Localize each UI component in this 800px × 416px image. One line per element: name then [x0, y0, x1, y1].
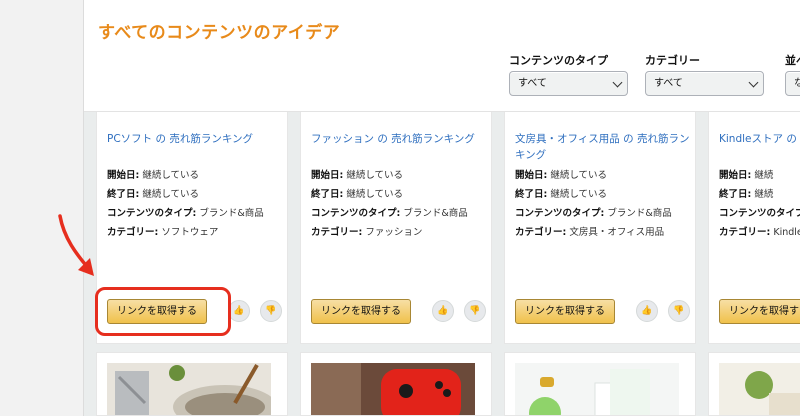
card-category: カテゴリー: ソフトウェア	[107, 227, 219, 238]
card-start: 開始日: 継続している	[107, 170, 200, 181]
thumbs-down-icon[interactable]: 👎	[668, 300, 690, 322]
content-type-select[interactable]: すべて	[509, 71, 628, 96]
content-type-value: すべて	[518, 78, 547, 89]
filter-category-label: カテゴリー	[645, 54, 700, 67]
chevron-down-icon	[612, 77, 623, 88]
content-card: ファッション の 売れ筋ランキング 開始日: 継続している 終了日: 継続してい…	[300, 112, 492, 344]
stationery-image	[515, 363, 679, 415]
get-link-button[interactable]: リンクを取得する	[311, 299, 411, 324]
card-end: 終了日: 継続している	[107, 189, 200, 200]
card-end: 終了日: 継続している	[515, 189, 608, 200]
filter-category: カテゴリー すべて	[645, 52, 764, 96]
thumbs-up-icon[interactable]: 👍	[432, 300, 454, 322]
thumbs-down-icon[interactable]: 👎	[260, 300, 282, 322]
card-type: コンテンツのタイプ: ブ	[719, 208, 800, 219]
thumbs-up-icon[interactable]: 👍	[228, 300, 250, 322]
content-tile-image[interactable]	[708, 352, 800, 416]
sort-select[interactable]: な	[785, 71, 800, 96]
card-type: コンテンツのタイプ: ブランド&商品	[311, 208, 468, 219]
card-start: 開始日: 継続している	[515, 170, 608, 181]
highlight-box-annotation	[95, 287, 231, 336]
red-arrow-annotation	[58, 214, 94, 276]
content-tile-image[interactable]	[504, 352, 696, 416]
thumbs-up-icon[interactable]: 👍	[636, 300, 658, 322]
chevron-down-icon	[748, 77, 759, 88]
filter-content-type-label: コンテンツのタイプ	[509, 54, 608, 67]
card-title-link[interactable]: 文房具・オフィス用品 の 売れ筋ランキング	[515, 131, 691, 163]
page-title: すべてのコンテンツのアイデア	[98, 23, 341, 43]
content-tile-image[interactable]	[96, 352, 288, 416]
card-category: カテゴリー: ファッション	[311, 227, 423, 238]
sort-value: な	[794, 78, 800, 89]
content-card: 文房具・オフィス用品 の 売れ筋ランキング 開始日: 継続している 終了日: 継…	[504, 112, 696, 344]
get-link-button[interactable]: リンクを取得する	[515, 299, 615, 324]
filter-sort: 並べ な	[785, 52, 800, 96]
game-controller-image	[311, 363, 475, 415]
page-header: すべてのコンテンツのアイデア コンテンツのタイプ すべて カテゴリー すべて 並…	[84, 0, 800, 112]
card-end: 終了日: 継続している	[311, 189, 404, 200]
card-category: カテゴリー: Kindle	[719, 227, 800, 238]
category-select[interactable]: すべて	[645, 71, 764, 96]
card-title-link[interactable]: PCソフト の 売れ筋ランキング	[107, 131, 283, 147]
card-type: コンテンツのタイプ: ブランド&商品	[107, 208, 264, 219]
thumbs-down-icon[interactable]: 👎	[464, 300, 486, 322]
kitchenware-image	[107, 363, 271, 415]
card-title-link[interactable]: Kindleストア の 売	[719, 131, 800, 147]
card-category: カテゴリー: 文房具・オフィス用品	[515, 227, 665, 238]
card-type: コンテンツのタイプ: ブランド&商品	[515, 208, 672, 219]
content-card: Kindleストア の 売 開始日: 継続 終了日: 継続 コンテンツのタイプ:…	[708, 112, 800, 344]
get-link-button[interactable]: リンクを取得する	[719, 299, 800, 324]
card-start: 開始日: 継続	[719, 170, 774, 181]
category-value: すべて	[654, 78, 683, 89]
filter-sort-label: 並べ	[785, 54, 800, 67]
kindle-image	[719, 363, 800, 415]
filter-content-type: コンテンツのタイプ すべて	[509, 52, 628, 96]
card-title-link[interactable]: ファッション の 売れ筋ランキング	[311, 131, 487, 147]
content-tile-image[interactable]	[300, 352, 492, 416]
card-end: 終了日: 継続	[719, 189, 774, 200]
card-start: 開始日: 継続している	[311, 170, 404, 181]
